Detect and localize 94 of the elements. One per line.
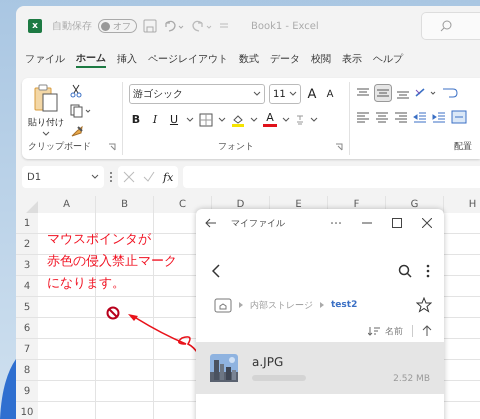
row-header[interactable]: 8 <box>16 360 38 381</box>
file-item[interactable]: a.JPG 2.52 MB <box>196 342 444 394</box>
wrap-text-icon[interactable] <box>442 86 458 100</box>
caret-icon[interactable] <box>282 116 290 122</box>
row-header[interactable]: 2 <box>16 234 38 255</box>
star-icon[interactable] <box>416 297 432 313</box>
caret-icon[interactable] <box>218 116 226 122</box>
maximize-icon[interactable] <box>392 218 402 228</box>
increase-indent-icon[interactable] <box>432 111 446 123</box>
caret-icon[interactable] <box>186 116 194 122</box>
excel-logo-icon: x <box>28 19 42 33</box>
file-name: a.JPG <box>252 355 284 369</box>
ribbon-tab[interactable]: 表示 <box>342 50 362 68</box>
font-color-button[interactable]: A <box>263 112 277 127</box>
ribbon-tab[interactable]: 校閲 <box>311 50 331 68</box>
row-header[interactable]: 1 <box>16 213 38 234</box>
grip-icon <box>109 171 113 183</box>
row-header[interactable]: 5 <box>16 297 38 318</box>
ribbon-tab[interactable]: ホーム <box>76 50 106 68</box>
minimize-icon[interactable] <box>362 222 372 224</box>
row-header[interactable]: 7 <box>16 339 38 360</box>
chevron-icon <box>319 301 325 309</box>
annotation-text: 赤色の侵入禁止マーク <box>47 254 177 269</box>
name-box[interactable]: D1 <box>22 166 104 188</box>
fill-color-icon[interactable] <box>231 112 245 126</box>
italic-button[interactable]: I <box>148 113 162 126</box>
align-left-icon[interactable] <box>356 111 370 123</box>
back-icon[interactable] <box>212 264 220 278</box>
sort-direction-icon[interactable] <box>422 325 432 337</box>
underline-button[interactable]: U <box>167 113 181 126</box>
scissors-icon[interactable] <box>70 84 82 98</box>
row-header[interactable]: 3 <box>16 255 38 276</box>
decrease-indent-icon[interactable] <box>413 111 427 123</box>
ribbon-tab[interactable]: ページレイアウト <box>148 50 228 68</box>
column-header[interactable]: H <box>444 196 480 213</box>
clipboard-icon[interactable] <box>33 84 59 114</box>
ribbon-tab[interactable]: データ <box>270 50 300 68</box>
breadcrumb-link[interactable]: test2 <box>331 300 358 310</box>
row-header[interactable]: 6 <box>16 318 38 339</box>
wallpaper-swirl-icon <box>0 359 16 419</box>
group-label: 配置 <box>454 140 472 153</box>
group-label: クリップボード <box>28 140 91 153</box>
search-field[interactable] <box>421 12 480 40</box>
annotation-text: になります。 <box>47 276 126 291</box>
window-title: Book1 - Excel <box>251 20 319 32</box>
insert-function-button[interactable]: fx <box>163 170 174 184</box>
window-title: マイファイル <box>231 218 286 230</box>
chevron-icon <box>238 301 244 309</box>
close-icon[interactable] <box>422 218 432 228</box>
format-painter-icon[interactable] <box>70 124 84 138</box>
align-middle-icon[interactable] <box>374 84 392 102</box>
row-header[interactable]: 4 <box>16 276 38 297</box>
copy-icon[interactable] <box>70 104 92 118</box>
kebab-menu-icon[interactable] <box>426 264 430 278</box>
no-entry-cursor-icon <box>106 306 120 320</box>
column-header[interactable]: A <box>38 196 96 213</box>
annotation-text: マウスポインタが <box>47 232 152 247</box>
caret-icon <box>289 91 297 97</box>
column-header[interactable]: C <box>154 196 212 213</box>
ribbon-tab[interactable]: ファイル <box>25 50 65 68</box>
row-header[interactable]: 10 <box>16 402 38 419</box>
align-right-icon[interactable] <box>394 111 408 123</box>
more-icon[interactable] <box>330 221 342 225</box>
font-name-dropdown[interactable]: 游ゴシック <box>129 84 265 104</box>
align-center-icon[interactable] <box>375 111 389 123</box>
ribbon-tab[interactable]: 数式 <box>239 50 259 68</box>
dialog-launcher-icon[interactable] <box>335 142 343 150</box>
borders-icon[interactable] <box>199 112 213 126</box>
paste-label[interactable]: 貼り付け <box>28 116 64 129</box>
back-arrow-icon[interactable] <box>205 218 217 228</box>
shrink-font-button[interactable]: A <box>323 88 337 100</box>
merge-icon[interactable] <box>451 110 467 124</box>
home-folder-icon[interactable] <box>214 297 232 313</box>
bold-button[interactable]: B <box>129 113 143 126</box>
caret-icon <box>91 174 99 180</box>
sort-icon[interactable] <box>368 326 380 336</box>
caret-icon[interactable] <box>310 116 318 122</box>
font-size-dropdown[interactable]: 11 <box>269 84 301 104</box>
file-size: 2.52 MB <box>393 374 430 384</box>
sort-button[interactable]: 名前 <box>385 324 403 338</box>
autosave-label: 自動保存 <box>52 20 92 33</box>
phonetic-icon[interactable] <box>295 114 305 126</box>
row-header[interactable]: 9 <box>16 381 38 402</box>
search-icon <box>440 20 452 32</box>
caret-icon[interactable] <box>250 116 258 122</box>
ribbon-tab[interactable]: ヘルプ <box>373 50 403 68</box>
group-label: フォント <box>218 141 254 153</box>
grow-font-button[interactable]: A <box>305 86 319 102</box>
caret-icon[interactable] <box>42 131 50 137</box>
column-header[interactable]: B <box>96 196 154 213</box>
search-icon[interactable] <box>398 264 412 278</box>
caret-icon <box>253 91 261 97</box>
dialog-launcher-icon[interactable] <box>108 142 116 150</box>
ribbon-tab[interactable]: 挿入 <box>117 50 137 68</box>
